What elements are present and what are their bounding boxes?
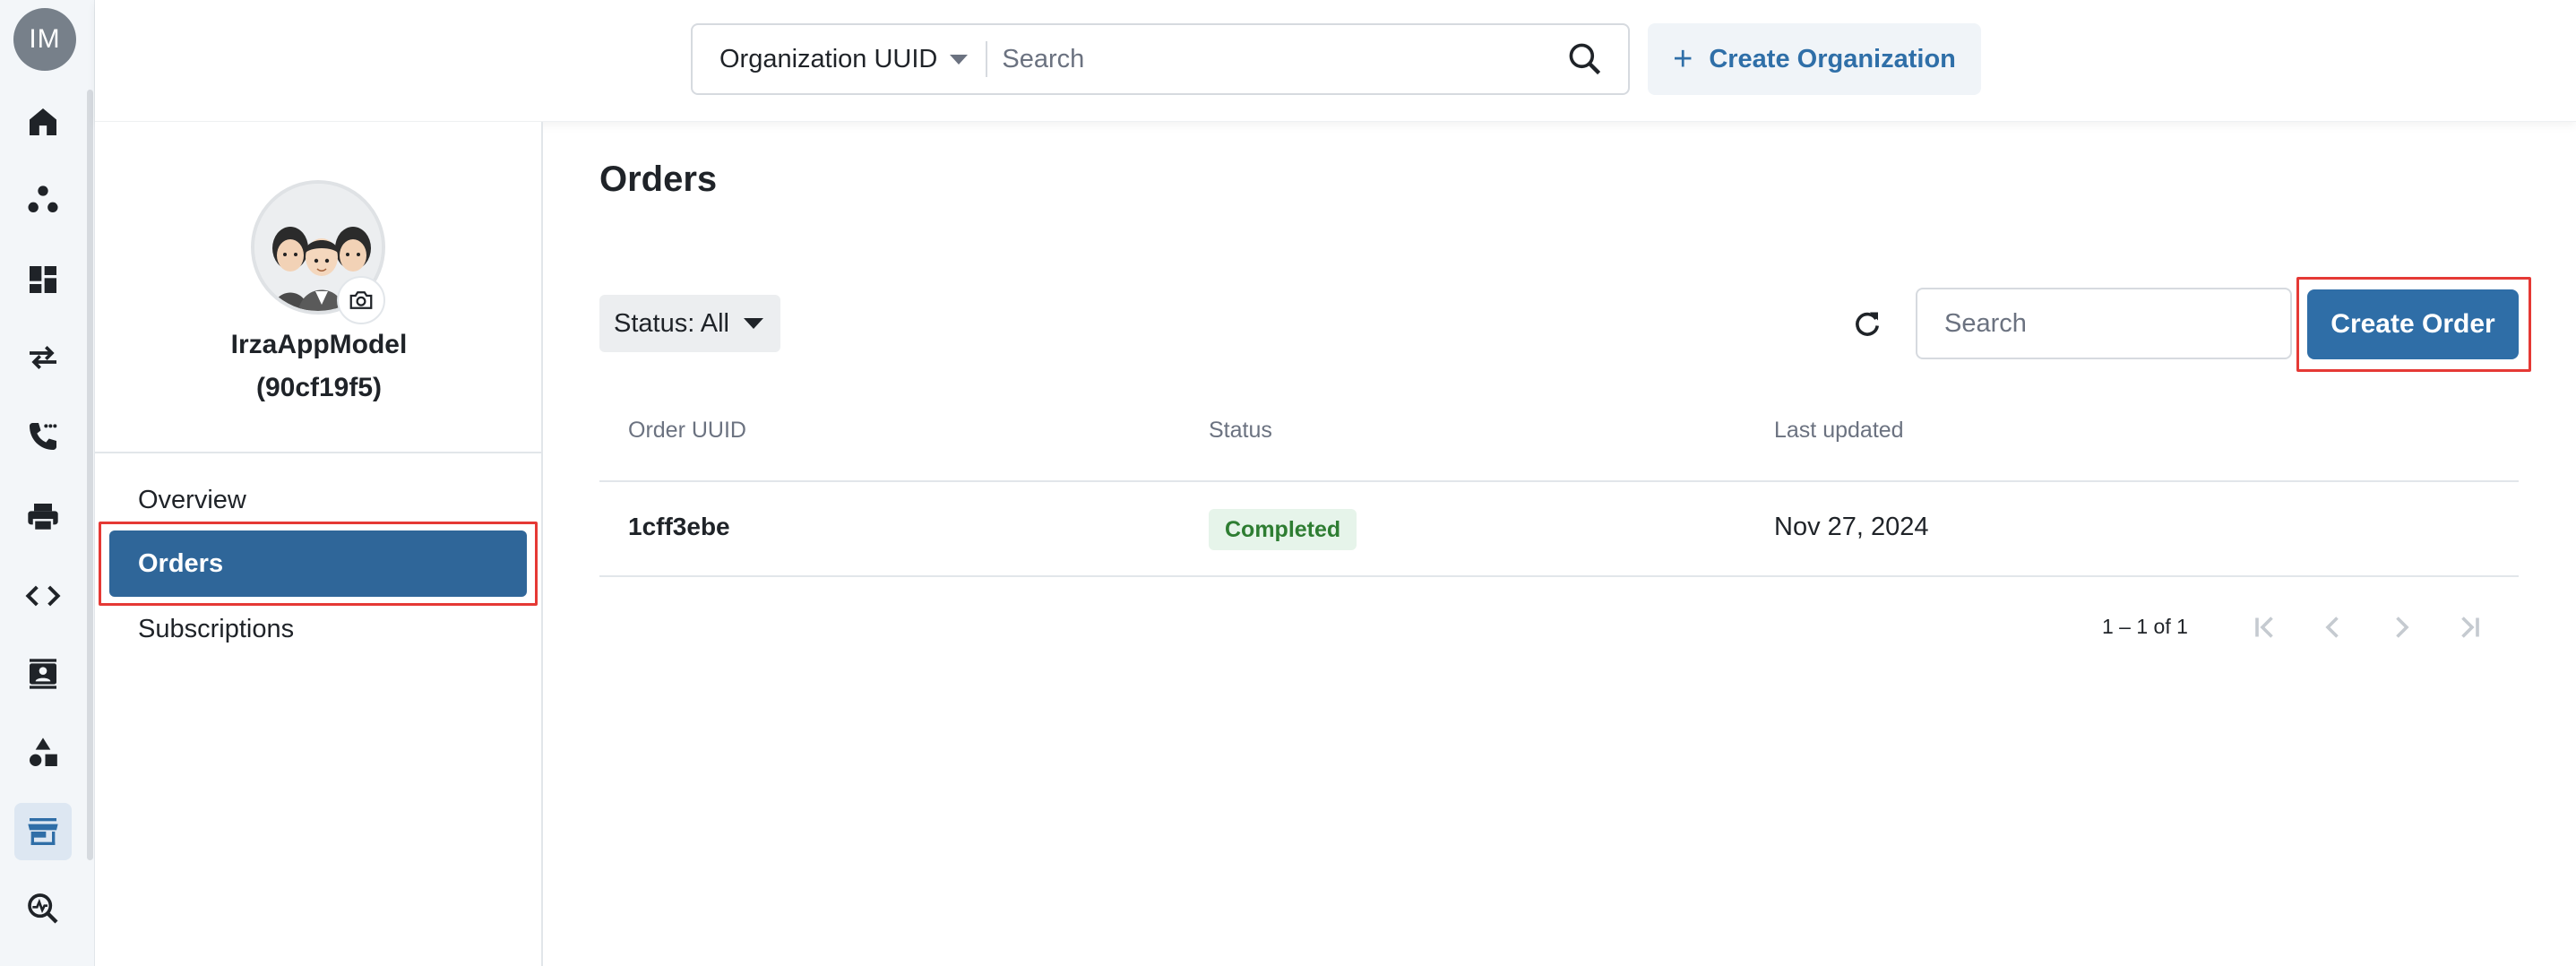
- organization-name: IrzaAppModel: [230, 330, 408, 359]
- search-scope-label: Organization UUID: [719, 44, 938, 73]
- rail-groups[interactable]: [14, 171, 72, 229]
- chevron-right-icon: [2396, 617, 2409, 638]
- store-icon: [28, 818, 58, 845]
- nav-subscriptions[interactable]: Subscriptions: [138, 615, 294, 644]
- orders-search-input[interactable]: [1917, 308, 2282, 339]
- search-icon[interactable]: [1565, 39, 1605, 79]
- dashboard-icon: [30, 266, 56, 293]
- highlight-box: [2296, 277, 2531, 372]
- status-badge: Completed: [1209, 509, 1357, 550]
- refresh-button[interactable]: [1846, 303, 1889, 346]
- order-uuid-cell[interactable]: 1cff3ebe: [628, 513, 730, 541]
- contact-card-icon: [30, 659, 56, 689]
- camera-icon: [349, 291, 373, 309]
- top-bar: Organization UUID + Create Organization: [95, 0, 2576, 122]
- plus-icon: +: [1673, 40, 1693, 78]
- last-page-icon: [2461, 617, 2479, 638]
- previous-page-button[interactable]: [2315, 609, 2351, 645]
- orders-search-field: [1916, 288, 2292, 359]
- rail-contacts[interactable]: [14, 645, 72, 703]
- rail-transfers[interactable]: [14, 329, 72, 386]
- rail-scrollbar[interactable]: [87, 90, 93, 860]
- printer-icon: [28, 504, 58, 532]
- first-page-button[interactable]: [2247, 609, 2283, 645]
- next-page-button[interactable]: [2383, 609, 2419, 645]
- organization-search-bar: Organization UUID: [691, 23, 1630, 95]
- status-filter-dropdown[interactable]: Status: All: [599, 295, 780, 352]
- column-header-status[interactable]: Status: [1209, 418, 1272, 444]
- status-filter-label: Status: All: [614, 308, 729, 338]
- rail-calls[interactable]: [14, 408, 72, 465]
- nav-overview[interactable]: Overview: [138, 486, 246, 515]
- panel-divider: [95, 452, 543, 453]
- refresh-icon: [1856, 312, 1880, 336]
- last-updated-cell: Nov 27, 2024: [1774, 513, 1929, 541]
- chevron-down-icon: [950, 54, 969, 65]
- organization-panel: IrzaAppModel (90cf19f5) Overview Orders …: [95, 122, 543, 966]
- rail-dashboard[interactable]: [14, 251, 72, 308]
- code-icon: [25, 585, 61, 607]
- highlight-box: [99, 522, 538, 606]
- page-title: Orders: [599, 160, 718, 199]
- change-avatar-button[interactable]: [337, 276, 385, 324]
- table-row-divider: [599, 575, 2519, 577]
- last-page-button[interactable]: [2451, 609, 2487, 645]
- search-scope-select[interactable]: Organization UUID: [693, 25, 986, 93]
- rail-shapes[interactable]: [14, 724, 72, 781]
- create-organization-button[interactable]: + Create Organization: [1648, 23, 1981, 95]
- left-rail: IM: [0, 0, 95, 966]
- monitoring-search-icon: [28, 893, 58, 924]
- user-avatar[interactable]: IM: [13, 8, 76, 71]
- organization-search-input[interactable]: [987, 44, 1565, 74]
- column-header-last-updated[interactable]: Last updated: [1774, 418, 1904, 444]
- column-header-order-uuid[interactable]: Order UUID: [628, 418, 746, 444]
- first-page-icon: [2255, 617, 2273, 638]
- chevron-down-icon: [743, 318, 763, 329]
- rail-store[interactable]: [14, 803, 72, 860]
- home-icon: [30, 108, 56, 135]
- rail-monitoring[interactable]: [14, 880, 72, 937]
- organization-id: (90cf19f5): [255, 373, 383, 402]
- swap-arrows-icon: [30, 346, 56, 369]
- phone-icon: [30, 423, 57, 450]
- create-organization-label: Create Organization: [1709, 44, 1956, 73]
- group-icon: [28, 185, 58, 212]
- chevron-left-icon: [2325, 617, 2339, 638]
- shapes-icon: [30, 737, 57, 766]
- table-header-divider: [599, 480, 2519, 482]
- rail-code[interactable]: [14, 567, 72, 625]
- rail-print[interactable]: [14, 488, 72, 546]
- pagination-range: 1 – 1 of 1: [2102, 615, 2188, 638]
- rail-home[interactable]: [14, 93, 72, 151]
